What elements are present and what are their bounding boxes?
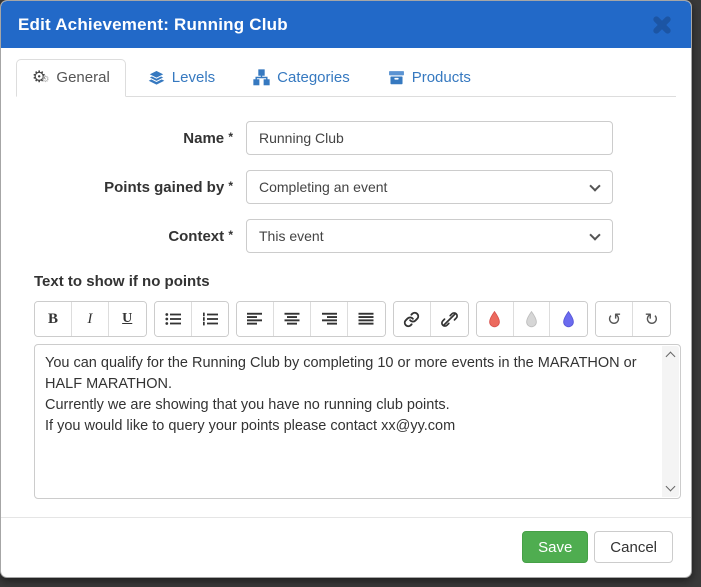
layers-icon xyxy=(148,69,165,86)
chevron-down-icon xyxy=(589,180,600,191)
align-right-icon xyxy=(321,312,337,326)
link-button[interactable] xyxy=(394,302,431,336)
bold-button[interactable]: B xyxy=(35,302,72,336)
link-icon xyxy=(403,311,420,328)
blue-color-button[interactable] xyxy=(550,302,587,336)
no-points-label: Text to show if no points xyxy=(34,273,671,290)
unordered-list-icon xyxy=(165,312,181,326)
editor-toolbar: B I U xyxy=(34,301,671,337)
gray-droplet-icon xyxy=(524,311,539,328)
bold-icon: B xyxy=(48,311,58,328)
modal-body: Name * Points gained by * Completing an … xyxy=(1,97,691,517)
tab-label: Products xyxy=(412,69,471,86)
required-marker: * xyxy=(228,228,233,242)
text-style-group: B I U xyxy=(34,301,147,337)
no-points-text: You can qualify for the Running Club by … xyxy=(36,346,661,497)
no-points-editor: Text to show if no points B I U xyxy=(34,273,671,499)
italic-icon: I xyxy=(87,311,92,328)
underline-icon: U xyxy=(122,311,132,327)
list-group xyxy=(154,301,230,337)
archive-box-icon xyxy=(388,69,405,86)
chevron-down-icon xyxy=(589,229,600,240)
unlink-button[interactable] xyxy=(431,302,468,336)
close-icon[interactable] xyxy=(649,12,675,38)
red-droplet-icon xyxy=(487,311,502,328)
name-row: Name * xyxy=(1,121,691,155)
italic-button[interactable]: I xyxy=(72,302,109,336)
undo-button[interactable]: ↺ xyxy=(596,302,633,336)
save-button[interactable]: Save xyxy=(522,531,588,563)
align-justify-button[interactable] xyxy=(348,302,385,336)
gears-icon: ⚙⚙ xyxy=(32,69,49,86)
red-color-button[interactable] xyxy=(477,302,514,336)
history-group: ↺ ↻ xyxy=(595,301,671,337)
modal-footer: Save Cancel xyxy=(1,517,691,577)
tab-products[interactable]: Products xyxy=(372,59,487,97)
align-left-button[interactable] xyxy=(237,302,274,336)
undo-icon: ↺ xyxy=(607,311,621,328)
ordered-list-icon xyxy=(202,312,218,326)
cancel-button[interactable]: Cancel xyxy=(594,531,673,563)
unordered-list-button[interactable] xyxy=(155,302,192,336)
textarea-scrollbar[interactable] xyxy=(662,346,679,497)
points-gained-by-label: Points gained by * xyxy=(1,179,246,196)
underline-button[interactable]: U xyxy=(109,302,146,336)
align-group xyxy=(236,301,386,337)
name-input[interactable] xyxy=(246,121,613,155)
align-left-icon xyxy=(247,312,263,326)
required-marker: * xyxy=(228,179,233,193)
edit-achievement-modal: Edit Achievement: Running Club ⚙⚙ Genera… xyxy=(0,0,692,578)
scroll-down-icon[interactable] xyxy=(666,482,676,492)
align-justify-icon xyxy=(358,312,374,326)
context-row: Context * This event xyxy=(1,219,691,253)
modal-header: Edit Achievement: Running Club xyxy=(1,1,691,48)
selected-value: Completing an event xyxy=(259,179,387,195)
tab-categories[interactable]: Categories xyxy=(237,59,366,97)
modal-title: Edit Achievement: Running Club xyxy=(18,15,288,35)
ordered-list-button[interactable] xyxy=(192,302,229,336)
sitemap-icon xyxy=(253,69,270,86)
tab-general[interactable]: ⚙⚙ General xyxy=(16,59,126,97)
align-center-icon xyxy=(284,312,300,326)
tab-label: Levels xyxy=(172,69,215,86)
redo-icon: ↻ xyxy=(644,311,658,328)
tab-bar: ⚙⚙ General Levels Cat xyxy=(16,58,676,97)
link-group xyxy=(393,301,469,337)
gray-color-button[interactable] xyxy=(514,302,551,336)
no-points-textarea[interactable]: You can qualify for the Running Club by … xyxy=(34,344,681,499)
unlink-icon xyxy=(441,311,458,328)
points-gained-by-select[interactable]: Completing an event xyxy=(246,170,613,204)
redo-button[interactable]: ↻ xyxy=(633,302,670,336)
selected-value: This event xyxy=(259,228,324,244)
points-gained-by-row: Points gained by * Completing an event xyxy=(1,170,691,204)
tab-label: Categories xyxy=(277,69,350,86)
tab-label: General xyxy=(56,69,109,86)
color-group xyxy=(476,301,589,337)
align-center-button[interactable] xyxy=(274,302,311,336)
required-marker: * xyxy=(228,130,233,144)
context-select[interactable]: This event xyxy=(246,219,613,253)
context-label: Context * xyxy=(1,228,246,245)
blue-droplet-icon xyxy=(561,311,576,328)
tab-levels[interactable]: Levels xyxy=(132,59,231,97)
align-right-button[interactable] xyxy=(311,302,348,336)
name-label: Name * xyxy=(1,130,246,147)
scroll-up-icon[interactable] xyxy=(666,352,676,362)
